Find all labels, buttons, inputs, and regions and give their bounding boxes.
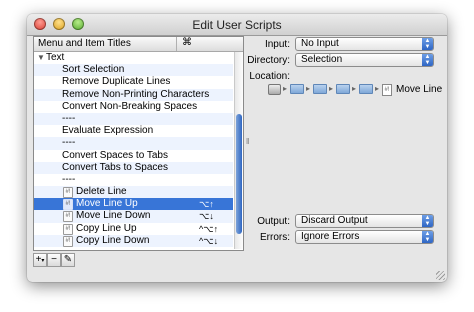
directory-label: Directory:	[247, 55, 290, 66]
row-label: Evaluate Expression	[62, 125, 154, 137]
column-divider[interactable]	[176, 37, 177, 51]
input-label: Input:	[264, 39, 290, 50]
command-key-icon[interactable]: ⌘	[182, 37, 192, 48]
split-view-handle[interactable]: ‖	[246, 137, 249, 146]
row-label: Sort Selection	[62, 64, 125, 76]
title-bar[interactable]: Edit User Scripts	[27, 14, 447, 36]
row-shortcut: ⌥↓	[199, 211, 214, 222]
errors-label: Errors:	[260, 232, 290, 243]
row-label: Delete Line	[76, 186, 127, 198]
list-rows: ▼ Text Sort Selection Remove Duplicate L…	[34, 52, 233, 247]
output-value: Discard Output	[301, 215, 368, 226]
list-row[interactable]: Remove Non-Printing Characters	[34, 88, 233, 101]
list-row[interactable]: Convert Non-Breaking Spaces	[34, 101, 233, 113]
script-file-icon: #!	[63, 199, 73, 211]
folder-icon	[359, 84, 373, 94]
disclosure-triangle-icon[interactable]: ▼	[37, 52, 45, 64]
pencil-icon: ✎	[63, 254, 73, 265]
script-file-icon: #!	[382, 84, 392, 96]
list-row[interactable]: Evaluate Expression	[34, 125, 233, 137]
popup-arrows-icon: ▲ ▼	[422, 231, 433, 243]
directory-popup[interactable]: Selection ▲ ▼	[295, 53, 434, 67]
path-arrow-icon: ▸	[329, 84, 334, 93]
scripts-list[interactable]: Menu and Item Titles ⌘ ▼ Text Sort Selec…	[33, 36, 244, 251]
list-row-script[interactable]: #! Move Line Down ⌥↓	[34, 210, 233, 223]
list-row[interactable]: Remove Duplicate Lines	[34, 76, 233, 88]
row-shortcut: ^⌥↓	[199, 235, 219, 246]
row-label: ----	[62, 112, 76, 124]
row-label: Text	[46, 52, 65, 63]
column-header-titles[interactable]: Menu and Item Titles	[38, 38, 131, 49]
list-header: Menu and Item Titles ⌘	[34, 37, 243, 52]
errors-popup[interactable]: Ignore Errors ▲ ▼	[295, 230, 434, 244]
list-row-separator[interactable]: ----	[34, 137, 233, 150]
script-file-icon: #!	[63, 235, 73, 247]
folder-icon	[290, 84, 304, 94]
row-shortcut: ^⌥↑	[199, 223, 219, 234]
location-label: Location:	[249, 71, 290, 82]
row-label: Copy Line Down	[76, 234, 150, 246]
row-label: Convert Non-Breaking Spaces	[62, 100, 198, 112]
popup-arrows-icon: ▲ ▼	[422, 54, 433, 66]
list-row-script-selected[interactable]: #! Move Line Up ⌥↑	[34, 198, 233, 211]
list-row-script[interactable]: #! Delete Line	[34, 186, 233, 199]
hard-drive-icon	[268, 84, 281, 95]
input-popup[interactable]: No Input ▲ ▼	[295, 37, 434, 51]
path-arrow-icon: ▸	[283, 84, 288, 93]
list-row-separator[interactable]: ----	[34, 174, 233, 186]
input-value: No Input	[301, 38, 339, 49]
list-row-script[interactable]: #! Copy Line Down ^⌥↓	[34, 234, 233, 247]
row-label: Remove Non-Printing Characters	[62, 88, 210, 100]
directory-value: Selection	[301, 54, 343, 65]
list-row-text-group[interactable]: ▼ Text	[34, 52, 233, 64]
script-file-icon: #!	[63, 223, 73, 235]
list-row-script[interactable]: #! Copy Line Up ^⌥↑	[34, 223, 233, 235]
row-label: Move Line Down	[76, 210, 151, 222]
list-row-separator[interactable]: ----	[34, 112, 233, 126]
row-shortcut: ⌥↑	[199, 199, 214, 210]
path-arrow-icon: ▸	[352, 84, 357, 93]
path-arrow-icon: ▸	[375, 84, 380, 93]
output-label: Output:	[257, 216, 290, 227]
row-label: ----	[62, 137, 76, 149]
row-label: ----	[62, 173, 76, 185]
path-arrow-icon: ▸	[306, 84, 311, 93]
resize-grip-icon[interactable]	[436, 271, 445, 280]
list-row[interactable]: Sort Selection	[34, 64, 233, 77]
menu-arrow-icon: ▾	[41, 258, 45, 264]
edit-button[interactable]: ✎	[61, 253, 75, 267]
errors-value: Ignore Errors	[301, 231, 360, 242]
window-title: Edit User Scripts	[192, 18, 282, 32]
script-file-icon: #!	[63, 187, 73, 199]
folder-icon	[336, 84, 350, 94]
output-popup[interactable]: Discard Output ▲ ▼	[295, 214, 434, 228]
row-label: Convert Tabs to Spaces	[62, 161, 168, 173]
edit-user-scripts-window: Edit User Scripts Menu and Item Titles ⌘…	[27, 14, 447, 282]
script-file-icon: #!	[63, 211, 73, 223]
add-button[interactable]: +▾	[33, 253, 47, 267]
list-row[interactable]: Convert Tabs to Spaces	[34, 161, 233, 174]
folder-icon	[313, 84, 327, 94]
list-row[interactable]: Convert Spaces to Tabs	[34, 150, 233, 162]
location-script-name: Move Line	[396, 84, 443, 95]
row-label: Move Line Up	[76, 198, 138, 210]
row-label: Convert Spaces to Tabs	[62, 149, 168, 161]
popup-arrows-icon: ▲ ▼	[422, 38, 433, 50]
remove-button[interactable]: −	[47, 253, 61, 267]
row-label: Copy Line Up	[76, 222, 137, 234]
row-label: Remove Duplicate Lines	[62, 76, 171, 88]
popup-arrows-icon: ▲ ▼	[422, 215, 433, 227]
minus-icon: −	[51, 254, 57, 265]
